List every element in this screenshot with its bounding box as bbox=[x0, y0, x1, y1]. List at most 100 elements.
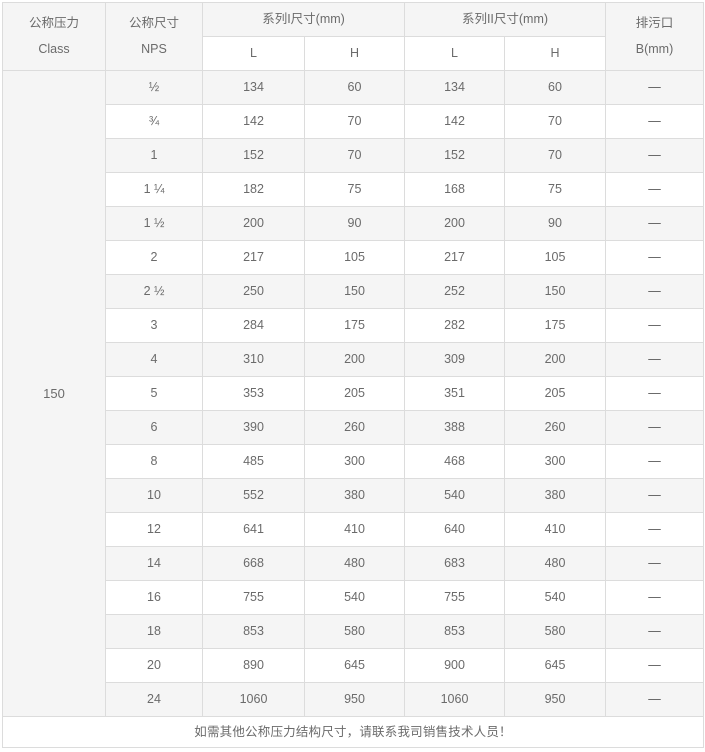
table-row: ¾ 142 70 142 70— bbox=[3, 104, 705, 139]
cell-series2-l: 388 bbox=[404, 410, 505, 445]
cell-series1-h: 205 bbox=[304, 376, 405, 411]
cell-series1-l: 641 bbox=[202, 512, 305, 547]
cell-series1-l: 200 bbox=[202, 206, 305, 241]
cell-drain-b: — bbox=[605, 410, 705, 445]
header-series2-h: H bbox=[503, 36, 607, 71]
cell-drain-b: — bbox=[605, 648, 705, 683]
cell-series1-l: 755 bbox=[202, 580, 305, 615]
cell-nps: 20 bbox=[105, 648, 203, 683]
cell-series2-h: 70 bbox=[503, 104, 607, 139]
cell-series1-l: 217 bbox=[202, 240, 305, 275]
cell-series2-l: 1060 bbox=[404, 682, 505, 717]
header-nominal-size-cn: 公称尺寸 bbox=[128, 16, 179, 30]
cell-nps: 1 ½ bbox=[105, 206, 203, 241]
cell-series2-l: 152 bbox=[404, 138, 505, 173]
cell-class-value: 150 bbox=[2, 70, 106, 717]
cell-drain-b: — bbox=[605, 512, 705, 547]
footer-row: 如需其他公称压力结构尺寸，请联系我司销售技术人员！ bbox=[1, 716, 705, 748]
table-row: 8 485 300 468 300— bbox=[3, 444, 705, 479]
cell-series2-l: 134 bbox=[404, 70, 505, 105]
cell-series2-h: 75 bbox=[503, 172, 607, 207]
cell-series1-l: 134 bbox=[202, 70, 305, 105]
table-row: 3 284 175 282 175— bbox=[3, 308, 705, 343]
cell-series1-h: 150 bbox=[304, 274, 405, 309]
table-header: 公称压力 Class 公称尺寸 NPS 系列I尺寸(mm) 系列II尺寸(mm)… bbox=[2, 2, 705, 71]
spec-table-container: 公称压力 Class 公称尺寸 NPS 系列I尺寸(mm) 系列II尺寸(mm)… bbox=[0, 0, 705, 752]
header-series2-l: L bbox=[404, 36, 505, 71]
cell-series2-l: 168 bbox=[404, 172, 505, 207]
cell-nps: 10 bbox=[105, 478, 203, 513]
cell-series1-l: 1060 bbox=[202, 682, 305, 717]
table-row: 20 890 645 900 645— bbox=[3, 648, 705, 683]
cell-series1-h: 70 bbox=[304, 138, 405, 173]
cell-series1-h: 90 bbox=[304, 206, 405, 241]
cell-nps: 1 ¼ bbox=[105, 172, 203, 207]
cell-drain-b: — bbox=[605, 138, 705, 173]
cell-series2-l: 640 bbox=[404, 512, 505, 547]
header-nominal-size-en: NPS bbox=[141, 42, 167, 56]
cell-series1-h: 950 bbox=[304, 682, 405, 717]
cell-series1-h: 105 bbox=[304, 240, 405, 275]
cell-drain-b: — bbox=[605, 104, 705, 139]
table-row: 4 310 200 309 200— bbox=[3, 342, 705, 377]
cell-series2-h: 60 bbox=[503, 70, 607, 105]
table-row: 10 552 380 540 380— bbox=[3, 478, 705, 513]
cell-series1-h: 75 bbox=[304, 172, 405, 207]
table-row: 24 1060 950 1060 950— bbox=[3, 682, 705, 717]
cell-drain-b: — bbox=[605, 682, 705, 717]
table-row: 2 ½ 250 150 252 150— bbox=[3, 274, 705, 309]
cell-series2-h: 260 bbox=[503, 410, 607, 445]
cell-series2-l: 142 bbox=[404, 104, 505, 139]
cell-drain-b: — bbox=[605, 614, 705, 649]
cell-series2-l: 309 bbox=[404, 342, 505, 377]
cell-series1-l: 250 bbox=[202, 274, 305, 309]
cell-series2-h: 70 bbox=[503, 138, 607, 173]
header-series-2: 系列II尺寸(mm) bbox=[403, 2, 607, 37]
cell-series1-h: 300 bbox=[304, 444, 405, 479]
cell-series2-l: 200 bbox=[404, 206, 505, 241]
cell-series1-h: 580 bbox=[304, 614, 405, 649]
cell-nps: 16 bbox=[105, 580, 203, 615]
table-row: 6 390 260 388 260— bbox=[3, 410, 705, 445]
cell-nps: 2 ½ bbox=[105, 274, 203, 309]
cell-series2-h: 205 bbox=[503, 376, 607, 411]
cell-drain-b: — bbox=[605, 70, 705, 105]
cell-series2-h: 540 bbox=[503, 580, 607, 615]
table-row: 5 353 205 351 205— bbox=[3, 376, 705, 411]
cell-nps: 1 bbox=[105, 138, 203, 173]
cell-series2-l: 468 bbox=[404, 444, 505, 479]
cell-series2-l: 853 bbox=[404, 614, 505, 649]
cell-drain-b: — bbox=[605, 206, 705, 241]
table-row: 1 ½ 200 90 200 90— bbox=[3, 206, 705, 241]
cell-series2-l: 900 bbox=[404, 648, 505, 683]
cell-nps: 8 bbox=[105, 444, 203, 479]
header-nominal-pressure-en: Class bbox=[38, 42, 70, 56]
cell-series1-h: 540 bbox=[304, 580, 405, 615]
table-row: 1 ¼ 182 75 168 75— bbox=[3, 172, 705, 207]
cell-series1-h: 410 bbox=[304, 512, 405, 547]
cell-series1-h: 480 bbox=[304, 546, 405, 581]
cell-nps: 4 bbox=[105, 342, 203, 377]
header-series-1: 系列I尺寸(mm) bbox=[202, 2, 405, 37]
cell-drain-b: — bbox=[605, 376, 705, 411]
header-drain-port-unit: B(mm) bbox=[635, 42, 674, 56]
header-nominal-pressure-cn: 公称压力 bbox=[28, 16, 79, 30]
cell-series2-h: 150 bbox=[503, 274, 607, 309]
cell-drain-b: — bbox=[605, 444, 705, 479]
cell-series1-l: 668 bbox=[202, 546, 305, 581]
cell-drain-b: — bbox=[605, 274, 705, 309]
cell-series1-l: 853 bbox=[202, 614, 305, 649]
table-row: 16 755 540 755 540— bbox=[3, 580, 705, 615]
cell-series1-l: 890 bbox=[202, 648, 305, 683]
cell-series2-h: 480 bbox=[503, 546, 607, 581]
cell-drain-b: — bbox=[605, 308, 705, 343]
cell-series1-h: 200 bbox=[304, 342, 405, 377]
cell-series1-h: 60 bbox=[304, 70, 405, 105]
table-row: 12 641 410 640 410— bbox=[3, 512, 705, 547]
cell-series1-l: 552 bbox=[202, 478, 305, 513]
table-row: 150 ½ 134 60 134 60— bbox=[2, 70, 705, 717]
table-footer: 如需其他公称压力结构尺寸，请联系我司销售技术人员！ bbox=[1, 716, 705, 748]
table-row: 14 668 480 683 480— bbox=[3, 546, 705, 581]
cell-series2-l: 282 bbox=[404, 308, 505, 343]
table-row: 1 152 70 152 70— bbox=[3, 138, 705, 173]
